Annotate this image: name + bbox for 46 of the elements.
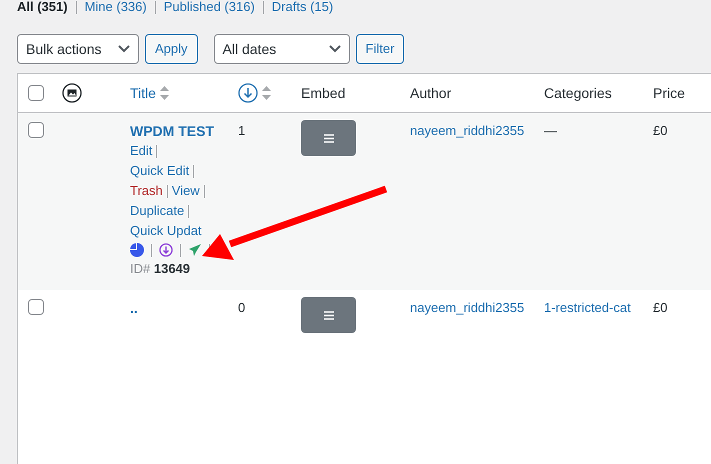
row-checkbox[interactable] <box>28 122 44 138</box>
row-action-link[interactable]: Quick Updat <box>130 221 202 241</box>
row-checkbox[interactable] <box>28 85 44 101</box>
sort-arrows-icon[interactable] <box>160 86 169 100</box>
post-id: ID# 13649 <box>130 260 192 278</box>
embed-menu-button[interactable] <box>301 297 356 333</box>
image-icon <box>62 83 82 103</box>
bulk-actions-select[interactable]: Bulk actions <box>17 34 139 64</box>
column-header: Embed <box>301 84 346 102</box>
download-circle-icon[interactable] <box>159 243 173 257</box>
column-header: Categories <box>544 84 613 103</box>
view-filter-link[interactable]: Mine (336) <box>84 0 147 14</box>
title-column-header[interactable]: Title <box>130 82 156 104</box>
menu-icon <box>324 310 334 320</box>
price-text: £0 <box>653 123 668 138</box>
row-action-link[interactable]: Edit <box>130 141 152 161</box>
row-action-link[interactable]: Quick Edit <box>130 161 190 181</box>
post-title-link[interactable]: .. <box>130 298 238 318</box>
column-header: Price <box>653 84 686 102</box>
paper-plane-icon[interactable] <box>188 243 202 257</box>
chevron-down-icon <box>328 45 341 53</box>
row-action-link[interactable]: Duplicate <box>130 201 184 221</box>
view-filter-link[interactable]: All (351) <box>17 0 68 14</box>
row-action-link[interactable]: View <box>172 181 200 201</box>
download-count: 0 <box>238 300 246 315</box>
author-link[interactable]: nayeem_riddhi2355 <box>410 300 524 315</box>
action-button[interactable]: Filter <box>356 34 404 64</box>
row-checkbox[interactable] <box>28 299 44 315</box>
download-count: 1 <box>238 123 246 138</box>
view-filter-link[interactable]: Published (316) <box>164 0 255 14</box>
date-filter-select[interactable]: All dates <box>214 34 350 64</box>
column-header: Author <box>410 84 452 102</box>
download-circle-icon[interactable] <box>238 83 258 103</box>
sort-arrows-icon[interactable] <box>262 86 271 100</box>
category-text: — <box>544 123 557 138</box>
price-text: £0 <box>653 300 668 315</box>
pie-chart-icon[interactable] <box>130 243 144 257</box>
action-button[interactable]: Apply <box>145 34 198 64</box>
menu-icon <box>324 134 334 142</box>
view-filter-link[interactable]: Drafts (15) <box>272 0 334 14</box>
author-link[interactable]: nayeem_riddhi2355 <box>410 123 524 138</box>
chevron-down-icon <box>118 45 130 53</box>
row-action-link[interactable]: Trash <box>130 181 163 201</box>
category-text[interactable]: 1-restricted-cat <box>544 300 631 315</box>
post-title-link[interactable]: WPDM TEST <box>130 121 238 141</box>
embed-menu-button[interactable] <box>301 120 356 156</box>
